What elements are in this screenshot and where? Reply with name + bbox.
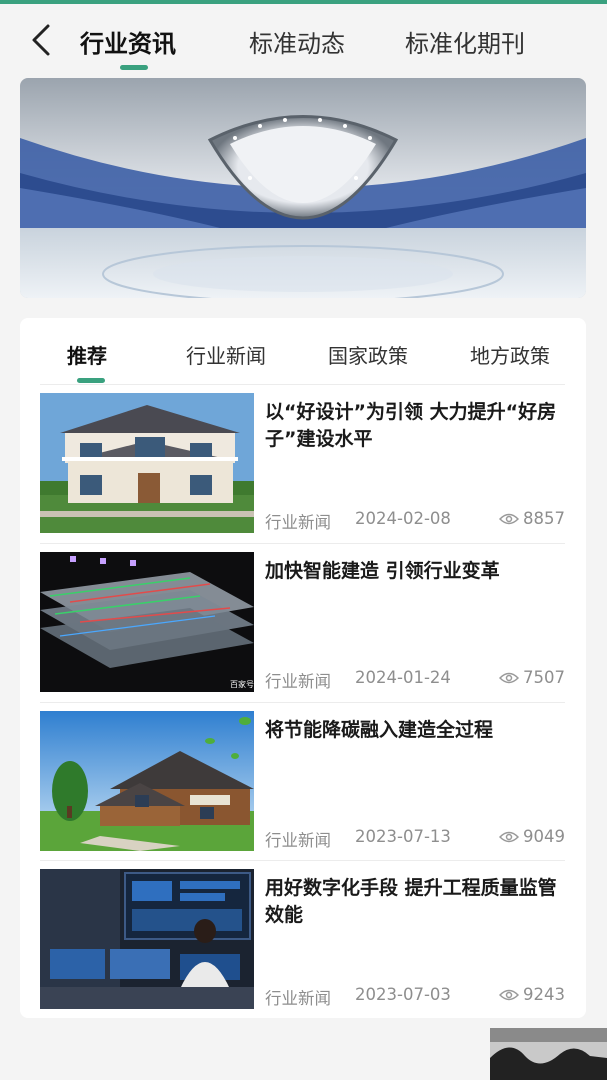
- news-date: 2024-02-08: [355, 509, 451, 528]
- active-tab-indicator: [120, 65, 148, 70]
- eye-icon: [499, 989, 519, 1000]
- eye-icon: [499, 672, 519, 683]
- category-tab-local-policy[interactable]: 地方政策: [470, 340, 550, 369]
- eye-icon: [499, 831, 519, 842]
- top-navigation: 行业资讯 标准动态 标准化期刊: [0, 4, 607, 74]
- news-item[interactable]: 以“好设计”为引领 大力提升“好房子”建设水平 行业新闻 2024-02-08 …: [40, 393, 565, 533]
- news-views: 8857: [499, 509, 565, 528]
- category-tab-recommended[interactable]: 推荐: [67, 340, 107, 369]
- news-category: 行业新闻: [265, 672, 331, 691]
- news-title: 以“好设计”为引领 大力提升“好房子”建设水平: [265, 401, 557, 450]
- news-thumbnail: [40, 711, 254, 851]
- news-date: 2024-01-24: [355, 668, 451, 687]
- eye-icon: [499, 513, 519, 524]
- news-title: 加快智能建造 引领行业变革: [265, 560, 500, 582]
- news-panel: 推荐 行业新闻 国家政策 地方政策 以“好设计”为引领 大力提升“好房子”建设水…: [20, 318, 586, 1018]
- floating-thumbnail[interactable]: [490, 1028, 607, 1080]
- news-views: 7507: [499, 668, 565, 687]
- news-views: 9243: [499, 985, 565, 1004]
- news-thumbnail: 百家号: [40, 552, 254, 692]
- news-view-count: 9243: [523, 985, 565, 1004]
- news-date: 2023-07-03: [355, 985, 451, 1004]
- tab-industry-news[interactable]: 行业资讯: [80, 24, 176, 59]
- chevron-left-icon: [32, 24, 50, 56]
- news-view-count: 9049: [523, 827, 565, 846]
- category-tab-national-policy[interactable]: 国家政策: [328, 340, 408, 369]
- news-item[interactable]: 百家号 加快智能建造 引领行业变革 行业新闻 2024-01-24 7507: [40, 552, 565, 692]
- divider: [40, 860, 565, 861]
- news-title: 用好数字化手段 提升工程质量监管效能: [265, 877, 557, 926]
- news-view-count: 8857: [523, 509, 565, 528]
- category-tab-industry-news[interactable]: 行业新闻: [186, 340, 266, 369]
- news-thumbnail: [40, 869, 254, 1009]
- news-item[interactable]: 将节能降碳融入建造全过程 行业新闻 2023-07-13 9049: [40, 711, 565, 851]
- divider: [40, 702, 565, 703]
- divider: [40, 543, 565, 544]
- news-category: 行业新闻: [265, 513, 331, 532]
- back-button[interactable]: [26, 22, 56, 58]
- divider: [40, 384, 565, 385]
- news-title: 将节能降碳融入建造全过程: [265, 719, 494, 741]
- news-category: 行业新闻: [265, 831, 331, 850]
- stadium-image: [20, 78, 586, 298]
- active-category-indicator: [77, 378, 105, 383]
- news-thumbnail: [40, 393, 254, 533]
- banner-image[interactable]: [20, 78, 586, 298]
- thumb-watermark: 百家号: [230, 679, 254, 689]
- news-date: 2023-07-13: [355, 827, 451, 846]
- news-category: 行业新闻: [265, 989, 331, 1008]
- news-item[interactable]: 用好数字化手段 提升工程质量监管效能 行业新闻 2023-07-03 9243: [40, 869, 565, 1009]
- tab-standard-updates[interactable]: 标准动态: [249, 24, 345, 59]
- news-views: 9049: [499, 827, 565, 846]
- tab-standardization-journal[interactable]: 标准化期刊: [405, 24, 525, 59]
- news-view-count: 7507: [523, 668, 565, 687]
